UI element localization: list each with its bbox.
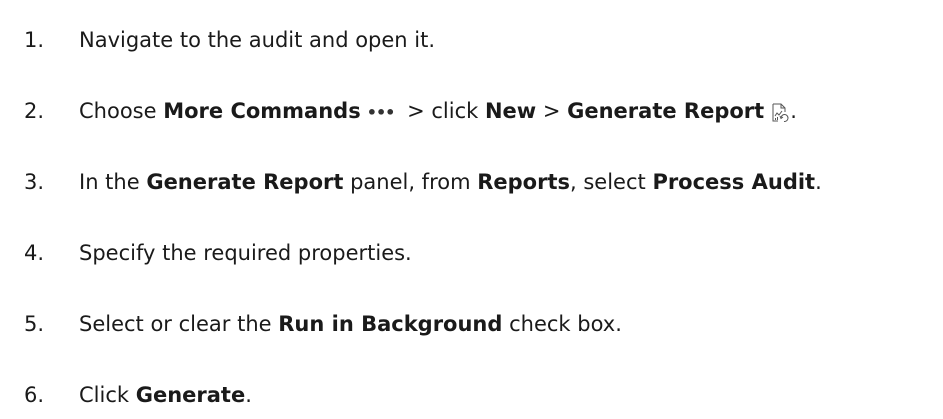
step-text: In the Generate Report panel, from Repor…: [79, 170, 822, 194]
generate-label: Generate: [135, 383, 246, 407]
step-text: Navigate to the audit and open it.: [79, 28, 435, 52]
generate-report-icon: [770, 103, 790, 123]
step-text-segment: > click: [400, 99, 485, 123]
step-text-segment: Specify the required properties.: [79, 241, 412, 265]
generate-report-label: Generate Report: [567, 99, 765, 123]
step-text-segment: Navigate to the audit and open it.: [79, 28, 436, 52]
step-number: 5.: [24, 312, 45, 336]
instruction-steps-list: 1. Navigate to the audit and open it. 2.…: [0, 0, 943, 419]
new-label: New: [484, 99, 537, 123]
step-text-segment: check box.: [502, 312, 622, 336]
step-text-segment: In the: [79, 170, 147, 194]
step-text-segment: .: [815, 170, 822, 194]
step-text: Choose More Commands ••• > click New > G…: [79, 99, 797, 123]
step-text-segment: Click: [79, 383, 136, 407]
step-number: 6.: [24, 383, 45, 407]
step-text: Select or clear the Run in Background ch…: [79, 312, 622, 336]
more-commands-label: More Commands: [163, 99, 361, 123]
step-number: 1.: [24, 28, 45, 52]
more-commands-ellipsis-icon: •••: [366, 102, 396, 122]
step-number: 4.: [24, 241, 45, 265]
step-text: Click Generate .: [79, 383, 252, 407]
step-text-segment: Select or clear the: [79, 312, 279, 336]
step-text-segment: .: [245, 383, 252, 407]
step-number: 2.: [24, 99, 45, 123]
step-text-segment: Choose: [79, 99, 164, 123]
step-text-segment: , select: [570, 170, 653, 194]
generate-report-panel-label: Generate Report: [146, 170, 344, 194]
step-text-segment: panel, from: [343, 170, 478, 194]
step-text: Specify the required properties.: [79, 241, 412, 265]
step-text-segment: >: [536, 99, 568, 123]
step-number: 3.: [24, 170, 45, 194]
step-text-segment: .: [790, 99, 797, 123]
process-audit-label: Process Audit: [652, 170, 816, 194]
run-in-background-label: Run in Background: [278, 312, 503, 336]
reports-label: Reports: [477, 170, 571, 194]
